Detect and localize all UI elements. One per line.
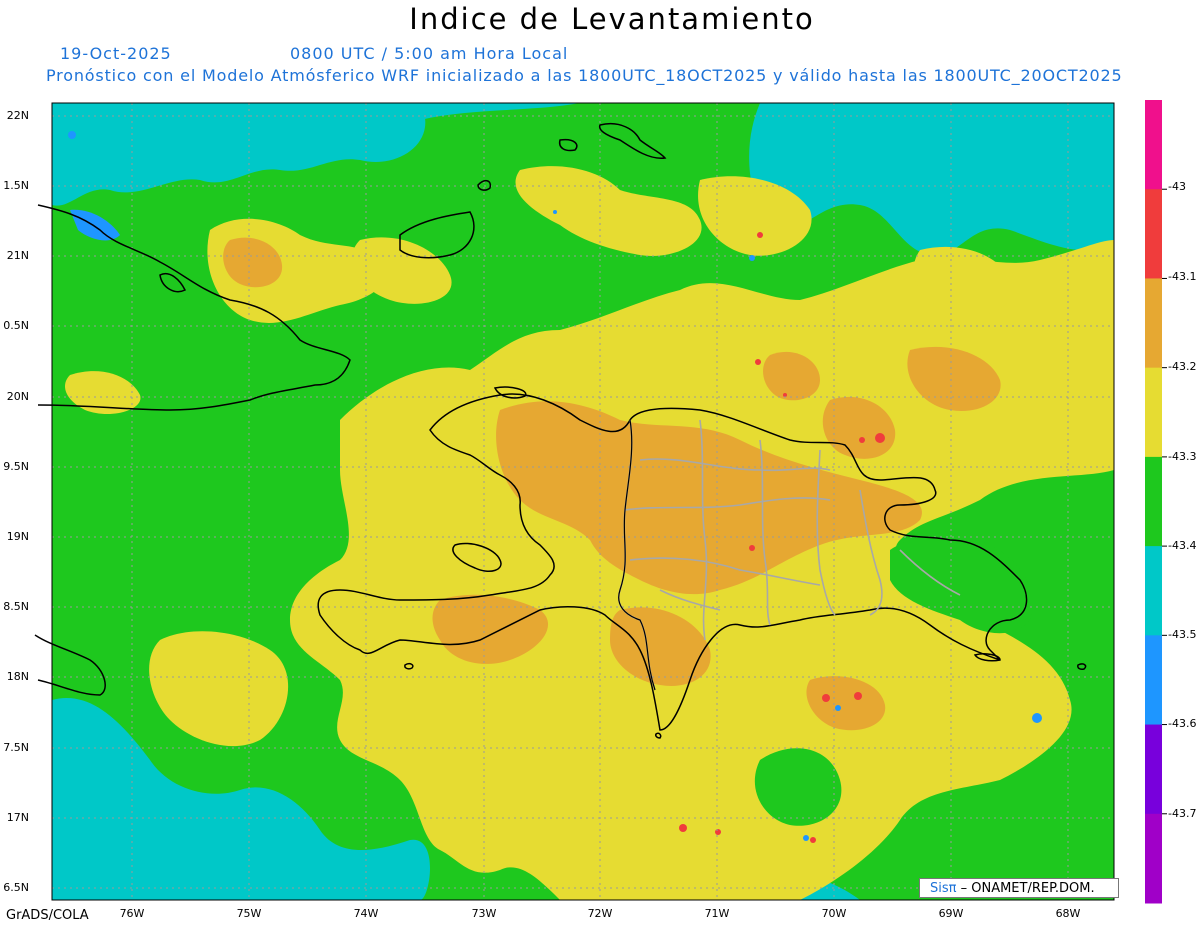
lat-label: 1.5N <box>3 179 29 192</box>
colorbar <box>1145 100 1167 904</box>
colorbar-segment <box>1145 456 1162 547</box>
field-spot-red <box>757 232 763 238</box>
field-spot-red <box>854 692 862 700</box>
colorbar-label: -43.2 <box>1168 360 1197 373</box>
field-spot-red <box>822 694 830 702</box>
colorbar-label: -43.7 <box>1168 807 1197 820</box>
lat-label: 18N <box>6 670 29 683</box>
field-spot-blue <box>68 131 76 139</box>
field-spot-red <box>859 437 865 443</box>
lat-label: 6.5N <box>3 881 29 894</box>
lat-label: 0.5N <box>3 319 29 332</box>
colorbar-segment <box>1145 367 1162 458</box>
lon-label: 74W <box>353 907 379 920</box>
field-spot-blue <box>1032 713 1042 723</box>
field-spot-red <box>755 359 761 365</box>
lon-label: 70W <box>821 907 847 920</box>
colorbar-label: -43.3 <box>1168 450 1197 463</box>
lat-label: 17N <box>6 811 29 824</box>
field-spot-red <box>783 393 787 397</box>
colorbar-segment <box>1145 546 1162 636</box>
field-spot-red <box>875 433 885 443</box>
credit-text: – ONAMET/REP.DOM. <box>956 881 1095 896</box>
credit-box: Sisπ – ONAMET/REP.DOM. <box>919 878 1119 898</box>
lat-label: 19N <box>6 530 29 543</box>
grads-footer: GrADS/COLA <box>6 908 89 923</box>
lat-label: 22N <box>6 109 29 122</box>
map-field <box>52 103 1114 900</box>
lat-label: 21N <box>6 249 29 262</box>
lon-label: 69W <box>938 907 964 920</box>
lon-label: 76W <box>119 907 145 920</box>
lon-label: 68W <box>1055 907 1081 920</box>
field-spot-red <box>715 829 721 835</box>
lon-label: 71W <box>704 907 730 920</box>
colorbar-segment <box>1145 813 1162 904</box>
lat-label: 7.5N <box>3 741 29 754</box>
colorbar-label: -43.6 <box>1168 717 1197 730</box>
lon-label: 72W <box>587 907 613 920</box>
colorbar-segment <box>1145 278 1162 369</box>
lifted-index-map <box>34 100 1167 904</box>
lat-label: 20N <box>6 390 29 403</box>
colorbar-segment <box>1145 635 1162 726</box>
colorbar-label: -43.5 <box>1168 628 1197 641</box>
lat-label: 9.5N <box>3 460 29 473</box>
lon-label: 75W <box>236 907 262 920</box>
colorbar-label: -43.1 <box>1168 270 1197 283</box>
colorbar-segment <box>1145 100 1162 190</box>
field-spot-blue <box>553 210 557 214</box>
field-spot-red <box>749 545 755 551</box>
lon-label: 73W <box>471 907 497 920</box>
field-spot-red <box>810 837 816 843</box>
colorbar-segment <box>1145 724 1162 815</box>
lat-label: 8.5N <box>3 600 29 613</box>
colorbar-segment <box>1145 189 1162 279</box>
sispi-logo: Sisπ <box>930 881 957 896</box>
field-spot-blue <box>803 835 809 841</box>
field-spot-red <box>679 824 687 832</box>
field-spot-blue <box>835 705 841 711</box>
colorbar-label: -43 <box>1168 180 1186 193</box>
colorbar-label: -43.4 <box>1168 539 1197 552</box>
